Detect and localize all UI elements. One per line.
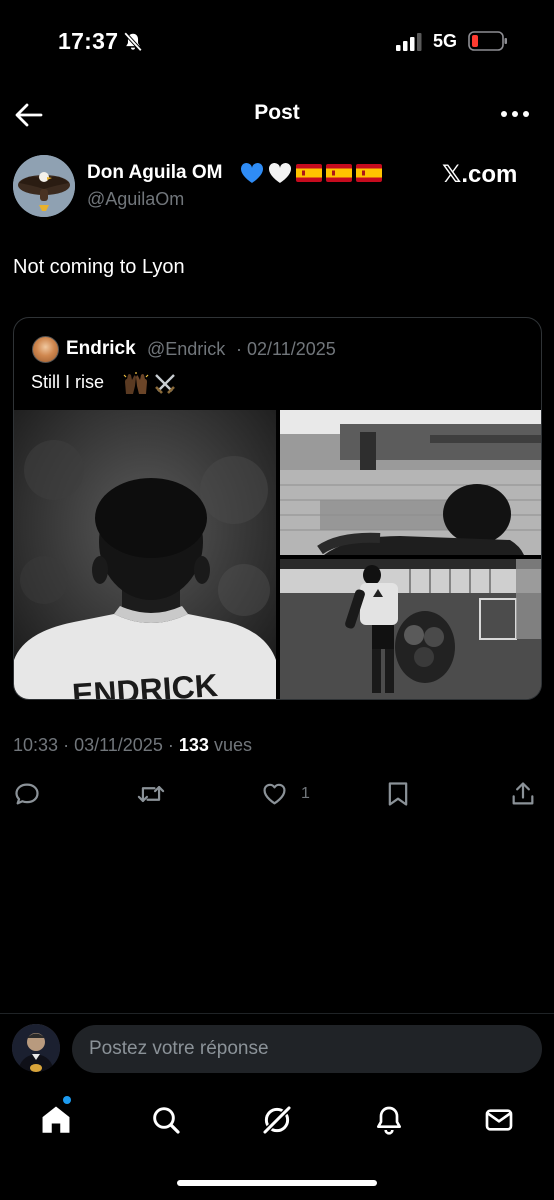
player-walking-training-photo[interactable] [280,559,541,699]
quote-author-handle: @Endrick [147,339,226,359]
quote-media-grid: ENDRICK [14,410,541,699]
crossed-swords-icon [155,374,175,394]
share-button[interactable] [509,776,537,812]
meta-separator: · [167,735,174,755]
heart-icon [263,783,286,805]
status-time: 17:37 [58,28,119,54]
messages-envelope-icon [485,1109,513,1131]
spain-flag-icon [296,164,322,182]
post-date: 03/11/2025 [74,735,163,755]
tab-notifications[interactable] [369,1100,409,1140]
meta-separator: · [63,735,70,755]
repost-icon [137,785,165,803]
author-avatar[interactable] [13,155,75,217]
signal-bars-icon [396,33,422,51]
repost-button[interactable] [136,776,166,812]
post-actions-bar: 1 [0,776,554,816]
search-icon [153,1107,180,1134]
current-user-avatar[interactable] [12,1024,60,1072]
author-name-emojis [240,160,382,186]
grok-icon [262,1105,292,1135]
page-title: Post [254,101,300,124]
quote-text: Still I rise [31,372,105,392]
tab-grok[interactable] [257,1100,297,1140]
network-label: 5G [433,31,458,51]
like-button[interactable]: 1 [260,776,310,812]
player-poolside-photo[interactable] [280,410,541,555]
x-com-watermark: 𝕏.com [442,160,517,189]
eagle-avatar-image [13,155,75,217]
reply-button[interactable] [13,776,41,812]
blue-heart-icon [240,162,264,183]
tab-messages[interactable] [479,1100,519,1140]
bell-slash-icon [123,32,143,52]
reply-composer-bar [0,1013,554,1083]
player-back-jersey-photo[interactable]: ENDRICK [14,410,276,699]
quote-separator: · [236,339,242,359]
watermark-text: 𝕏.com [442,161,518,188]
post-text: Not coming to Lyon [13,256,185,278]
post-meta: 10:33 · 03/11/2025 · 133 vues [13,735,252,756]
views-label: vues [213,735,252,755]
home-icon [42,1106,70,1133]
status-bar: 17:37 5G [0,0,554,84]
home-indicator [177,1180,377,1186]
battery-low-icon [468,31,507,51]
post-header: Post [0,84,554,146]
quote-author-name: Endrick [66,338,136,359]
quoted-post-card[interactable]: Endrick @Endrick · 02/11/2025 Still I ri… [13,317,542,700]
bookmark-icon [388,782,408,806]
bottom-tab-bar [0,1083,554,1200]
quote-text-emojis [123,372,177,396]
more-options-button[interactable] [500,104,530,124]
quote-date: 02/11/2025 [247,339,336,359]
quote-author-avatar[interactable] [32,336,59,363]
reply-input[interactable] [72,1025,542,1073]
share-icon [512,782,534,805]
reply-bubble-icon [15,783,39,805]
views-count: 133 [178,735,209,755]
spain-flag-icon [326,164,352,182]
post-time: 10:33 [13,735,59,755]
more-horizontal-icon [501,111,529,117]
raising-hands-icon [123,372,149,394]
tab-search[interactable] [146,1100,186,1140]
author-handle[interactable]: @AguilaOm [87,189,184,210]
home-notification-dot [63,1096,71,1104]
white-heart-icon [268,162,292,183]
tab-home[interactable] [36,1100,76,1140]
author-name[interactable]: Don Aguila OM [87,162,222,184]
notifications-bell-icon [377,1106,401,1135]
spain-flag-icon [356,164,382,182]
like-count: 1 [301,785,310,802]
bookmark-button[interactable] [385,776,411,812]
